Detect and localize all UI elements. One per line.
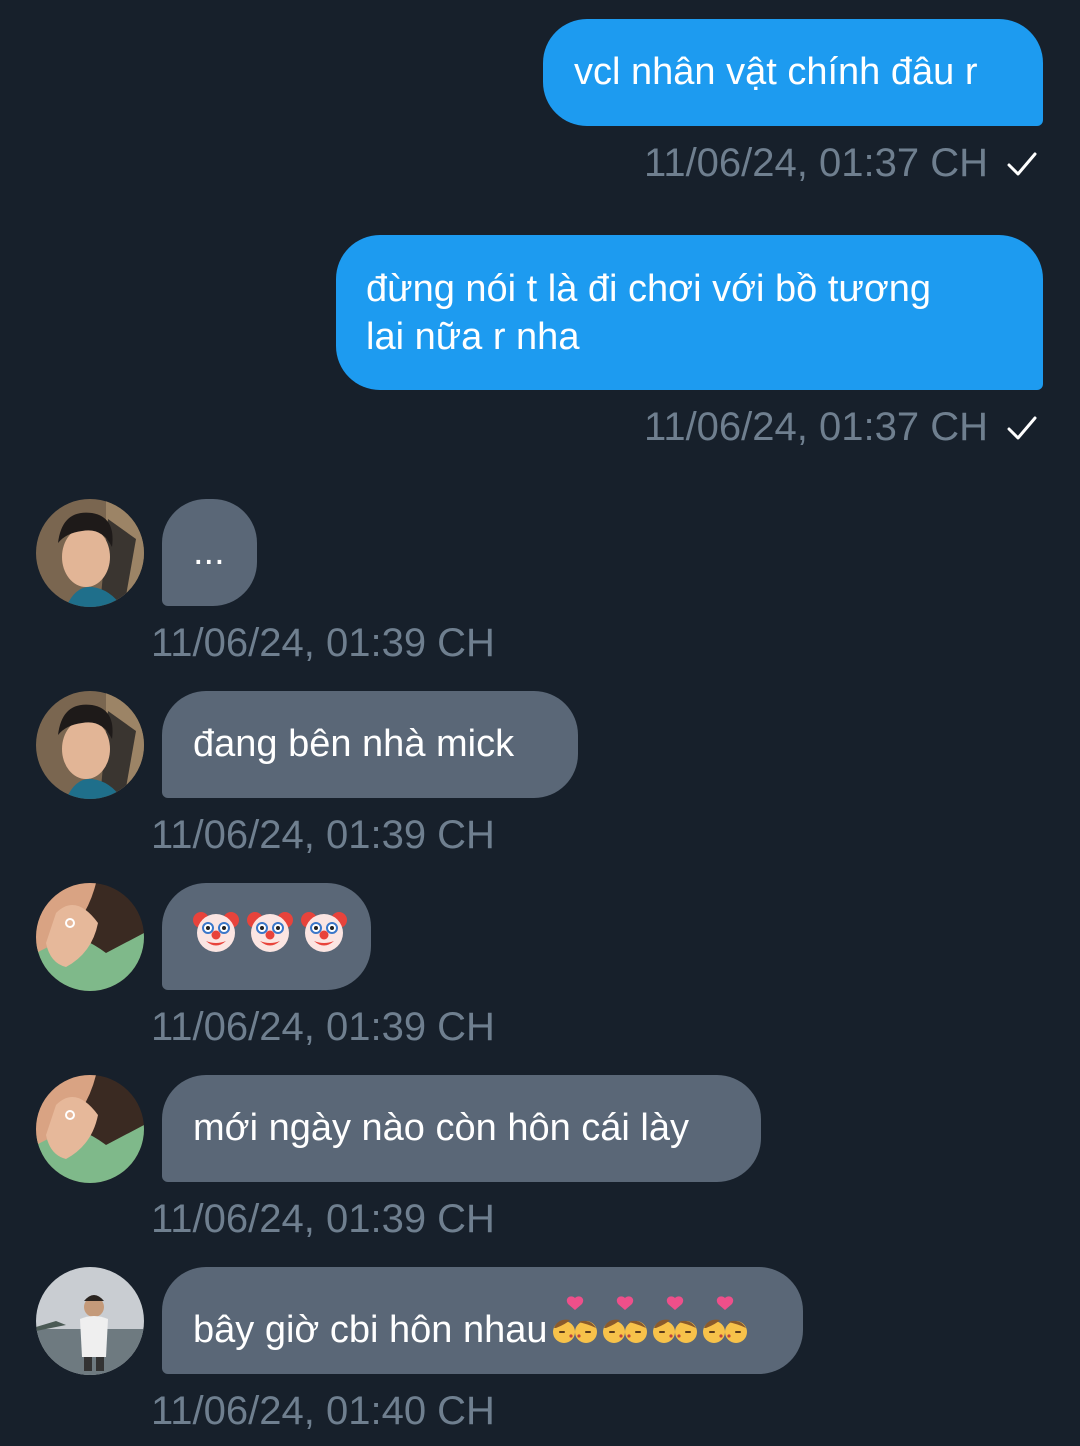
sent-message-bubble[interactable]: đừng nói t là đi chơi với bồ tương lai n… bbox=[336, 235, 1043, 390]
kiss-emoji bbox=[550, 1296, 600, 1360]
message-timestamp: 11/06/24, 01:39 CH bbox=[151, 1197, 495, 1241]
kiss-emoji bbox=[650, 1296, 700, 1360]
emoji-row bbox=[550, 1296, 750, 1360]
message-text: vcl nhân vật chính đâu r bbox=[574, 51, 978, 93]
sender-avatar[interactable] bbox=[36, 691, 144, 799]
clown-face-emoji bbox=[246, 906, 294, 966]
clown-face-emoji bbox=[192, 906, 240, 966]
received-message-bubble[interactable]: đang bên nhà mick bbox=[162, 691, 578, 798]
received-message-bubble[interactable]: bây giờ cbi hôn nhau bbox=[162, 1267, 803, 1374]
message-text: đang bên nhà mick bbox=[193, 723, 515, 765]
message-timestamp: 11/06/24, 01:39 CH bbox=[151, 621, 495, 665]
clown-face-emoji bbox=[300, 906, 348, 966]
sender-avatar[interactable] bbox=[36, 883, 144, 991]
received-message-bubble[interactable]: mới ngày nào còn hôn cái lày bbox=[162, 1075, 761, 1182]
sender-avatar[interactable] bbox=[36, 1267, 144, 1375]
message-timestamp: 11/06/24, 01:37 CH bbox=[644, 141, 988, 185]
message-text: bây giờ cbi hôn nhau bbox=[193, 1309, 548, 1351]
message-timestamp: 11/06/24, 01:40 CH bbox=[151, 1389, 495, 1433]
kiss-emoji bbox=[600, 1296, 650, 1360]
kiss-emoji bbox=[700, 1296, 750, 1360]
received-message-bubble[interactable] bbox=[162, 883, 371, 990]
chat-thread: vcl nhân vật chính đâu r 11/06/24, 01:37… bbox=[0, 0, 1080, 1446]
message-timestamp: 11/06/24, 01:39 CH bbox=[151, 1005, 495, 1049]
sent-message-bubble[interactable]: vcl nhân vật chính đâu r bbox=[543, 19, 1043, 126]
message-text: mới ngày nào còn hôn cái lày bbox=[193, 1107, 689, 1149]
sender-avatar[interactable] bbox=[36, 499, 144, 607]
message-text: ... bbox=[193, 531, 225, 573]
checkmark-icon bbox=[1007, 416, 1037, 440]
message-timestamp: 11/06/24, 01:39 CH bbox=[151, 813, 495, 857]
emoji-row bbox=[192, 910, 347, 962]
message-timestamp: 11/06/24, 01:37 CH bbox=[644, 405, 988, 449]
message-text: đừng nói t là đi chơi với bồ tương lai n… bbox=[366, 268, 932, 358]
sender-avatar[interactable] bbox=[36, 1075, 144, 1183]
received-message-bubble[interactable]: ... bbox=[162, 499, 257, 606]
checkmark-icon bbox=[1007, 152, 1037, 176]
